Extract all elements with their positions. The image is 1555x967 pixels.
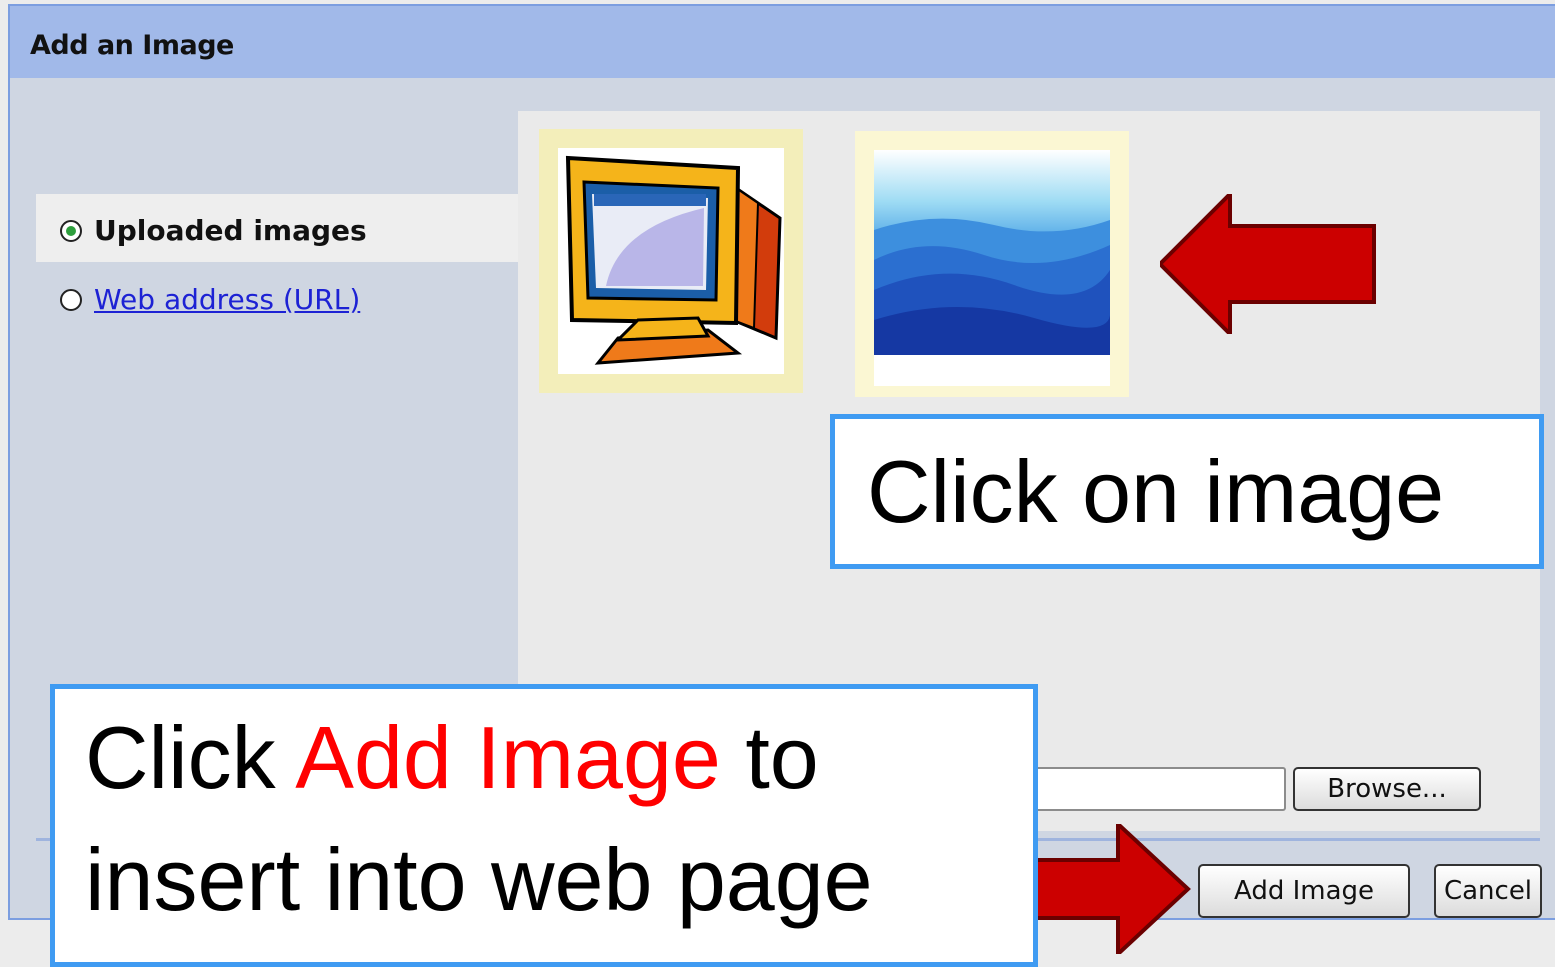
thumbnail-blue-mountains[interactable]	[855, 131, 1129, 397]
instruction-highlight: Add Image	[295, 708, 721, 807]
instruction-line-1-prefix: Click	[85, 708, 296, 807]
click-image-callout: Click on image	[830, 414, 1544, 569]
option-web-address-link[interactable]: Web address (URL)	[94, 283, 360, 316]
dialog-title: Add an Image	[30, 30, 234, 61]
cancel-button-label: Cancel	[1443, 876, 1533, 906]
radio-uploaded-images[interactable]	[60, 219, 82, 242]
browse-button[interactable]: Browse...	[1293, 767, 1481, 811]
instruction-line-2: insert into web page	[85, 830, 873, 929]
blue-mountains-image	[874, 150, 1110, 386]
option-uploaded-images[interactable]: Uploaded images	[60, 214, 367, 247]
cancel-button[interactable]: Cancel	[1434, 864, 1542, 918]
add-image-button[interactable]: Add Image	[1198, 864, 1410, 918]
add-image-button-label: Add Image	[1233, 876, 1375, 906]
computer-monitor-icon	[558, 148, 784, 374]
add-image-instruction-callout: Click Add Image to insert into web page	[50, 684, 1038, 967]
instruction-line-1-suffix: to	[745, 708, 819, 807]
right-arrow-icon	[1028, 824, 1191, 954]
instruction-line-1: Click Add Image to	[85, 707, 819, 809]
dialog-titlebar: Add an Image	[10, 6, 1555, 78]
thumbnail-computer-monitor[interactable]	[539, 129, 803, 393]
file-path-input[interactable]	[1030, 767, 1286, 811]
option-web-address[interactable]: Web address (URL)	[60, 283, 360, 316]
radio-web-address[interactable]	[60, 288, 82, 311]
click-image-callout-text: Click on image	[867, 442, 1445, 541]
option-uploaded-images-label: Uploaded images	[94, 214, 367, 247]
radio-selected-dot	[66, 225, 76, 236]
browse-button-label: Browse...	[1327, 774, 1447, 804]
left-arrow-icon	[1160, 194, 1376, 334]
